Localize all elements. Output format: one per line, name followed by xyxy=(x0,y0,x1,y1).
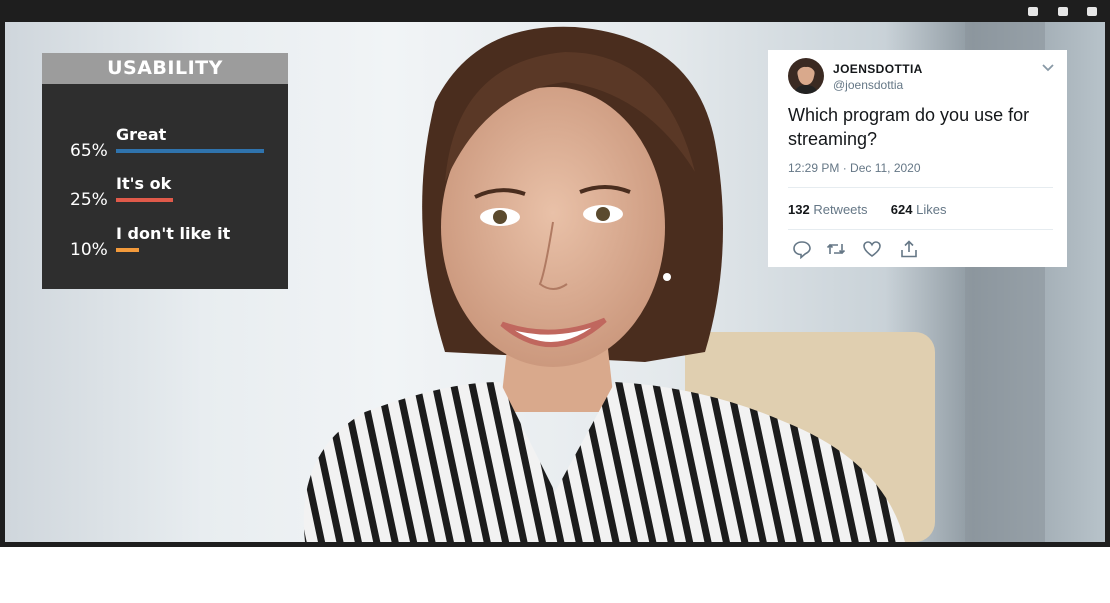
poll-percent: 65% xyxy=(70,141,108,161)
poll-bar xyxy=(116,248,139,252)
retweets-label: Retweets xyxy=(813,202,868,217)
chevron-down-icon[interactable] xyxy=(1041,60,1055,74)
tweet-timestamp[interactable]: 12:29 PM · Dec 11, 2020 xyxy=(788,161,921,175)
minimize-icon[interactable] xyxy=(1028,7,1038,16)
poll-percent: 10% xyxy=(70,240,108,260)
poll-title: USABILITY xyxy=(42,53,288,84)
poll-bar xyxy=(116,198,173,202)
tweet-stats: 132 Retweets 624 Likes xyxy=(788,202,946,217)
divider xyxy=(788,187,1053,188)
poll-option-label: I don't like it xyxy=(116,224,231,243)
retweet-icon[interactable] xyxy=(826,239,846,259)
tweet-card: JOENSDOTTIA @joensdottia Which program d… xyxy=(768,50,1067,267)
close-icon[interactable] xyxy=(1087,7,1097,16)
maximize-icon[interactable] xyxy=(1058,7,1068,16)
poll-row: 65% Great xyxy=(42,125,288,165)
tweet-text: Which program do you use for streaming? xyxy=(788,105,1030,149)
reply-icon[interactable] xyxy=(792,239,812,259)
poll-percent: 25% xyxy=(70,190,108,210)
poll-option-label: Great xyxy=(116,125,167,144)
like-count[interactable]: 624 xyxy=(891,202,913,217)
poll-row: 25% It's ok xyxy=(42,174,288,214)
avatar[interactable] xyxy=(788,58,824,94)
poll-option-label: It's ok xyxy=(116,174,172,193)
tweet-display-name[interactable]: JOENSDOTTIA xyxy=(833,62,923,76)
likes-label: Likes xyxy=(916,202,947,217)
divider xyxy=(788,229,1053,230)
share-icon[interactable] xyxy=(899,239,919,259)
poll-row: 10% I don't like it xyxy=(42,224,288,264)
retweet-count[interactable]: 132 xyxy=(788,202,810,217)
like-icon[interactable] xyxy=(862,239,882,259)
usability-poll: USABILITY 65% Great 25% It's ok 10% I don't l… xyxy=(42,53,288,289)
window-titlebar xyxy=(0,0,1110,22)
tweet-handle[interactable]: @joensdottia xyxy=(833,78,903,92)
avatar-image xyxy=(794,62,818,94)
poll-bar xyxy=(116,149,264,153)
